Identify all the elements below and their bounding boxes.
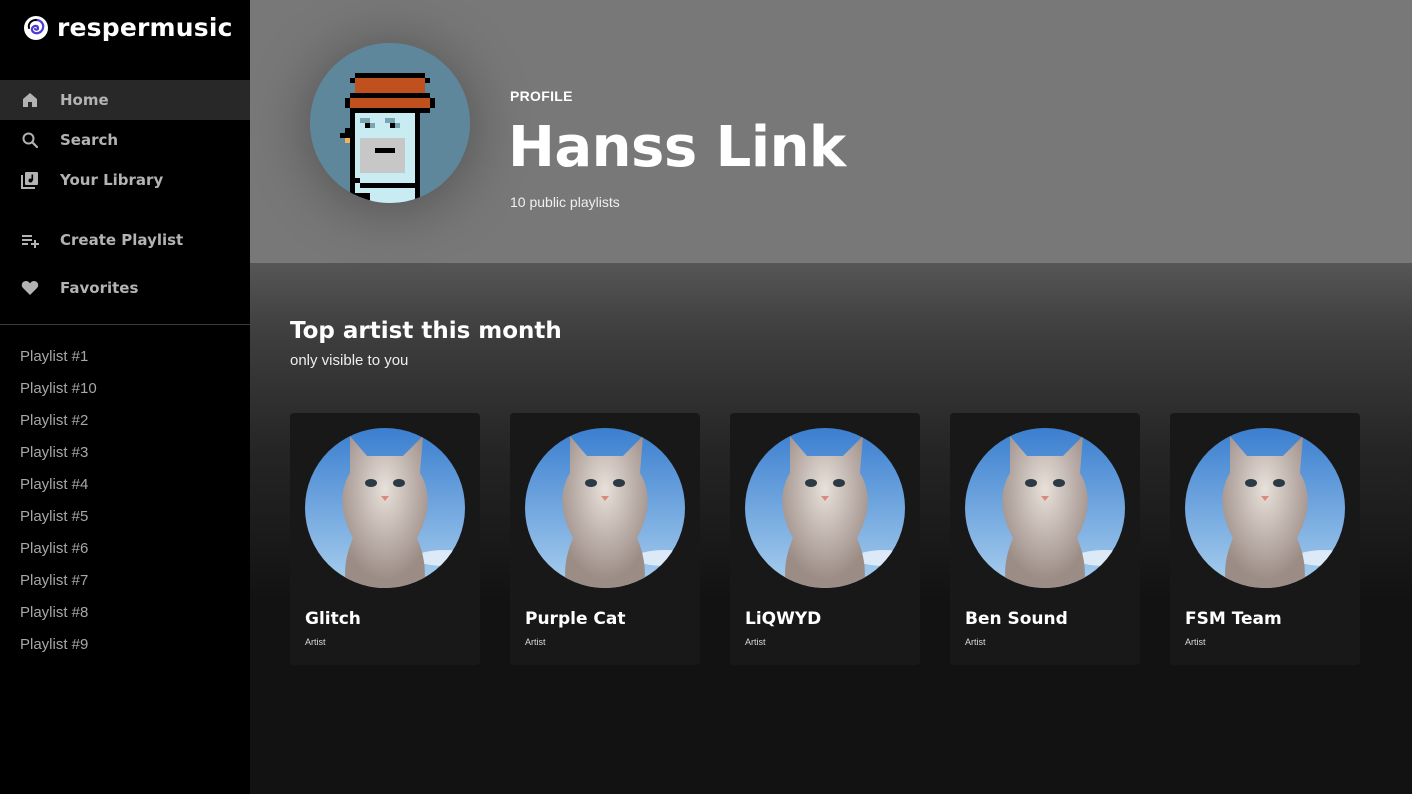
artist-image — [525, 428, 685, 588]
app-logo[interactable]: respermusic — [23, 13, 233, 42]
nav-favorites-label: Favorites — [60, 279, 139, 297]
artist-image — [305, 428, 465, 588]
heart-icon — [21, 281, 39, 295]
logo-text: respermusic — [57, 13, 233, 42]
library-icon — [21, 172, 38, 189]
main-content: PROFILE Hanss Link 10 public playlists T… — [250, 0, 1412, 794]
section-subtitle: only visible to you — [290, 352, 409, 369]
add-playlist-icon — [22, 235, 39, 248]
artist-name: Ben Sound — [965, 609, 1068, 629]
artist-card[interactable]: FSM Team Artist — [1170, 413, 1360, 665]
section-title: Top artist this month — [290, 318, 562, 344]
nav-home[interactable]: Home — [0, 80, 250, 120]
playlist-item[interactable]: Playlist #3 — [20, 440, 97, 472]
cat-photo-icon — [745, 428, 905, 588]
profile-playlist-count: 10 public playlists — [510, 194, 620, 210]
artist-name: Glitch — [305, 609, 361, 629]
profile-header: PROFILE Hanss Link 10 public playlists — [250, 0, 1412, 263]
cat-photo-icon — [525, 428, 685, 588]
artist-type: Artist — [525, 637, 546, 647]
search-icon — [22, 132, 39, 149]
sidebar: respermusic Home Search Your Library Cre… — [0, 0, 250, 794]
profile-avatar[interactable] — [310, 43, 470, 203]
swirl-logo-icon — [24, 15, 48, 40]
artist-name: Purple Cat — [525, 609, 626, 629]
artist-card[interactable]: Glitch Artist — [290, 413, 480, 665]
profile-name: Hanss Link — [508, 115, 846, 180]
artist-type: Artist — [745, 637, 766, 647]
artist-card[interactable]: Ben Sound Artist — [950, 413, 1140, 665]
playlist-item[interactable]: Playlist #6 — [20, 536, 97, 568]
artist-card[interactable]: LiQWYD Artist — [730, 413, 920, 665]
playlist-item[interactable]: Playlist #9 — [20, 632, 97, 664]
cat-photo-icon — [965, 428, 1125, 588]
playlist-item[interactable]: Playlist #5 — [20, 504, 97, 536]
playlist-list: Playlist #1 Playlist #10 Playlist #2 Pla… — [20, 344, 97, 664]
playlist-item[interactable]: Playlist #7 — [20, 568, 97, 600]
nav-home-label: Home — [60, 91, 109, 109]
sidebar-divider — [0, 324, 250, 325]
playlist-item[interactable]: Playlist #10 — [20, 376, 97, 408]
home-icon — [23, 93, 37, 107]
nav-search-label: Search — [60, 131, 119, 149]
nav-create-playlist[interactable]: Create Playlist — [0, 220, 250, 260]
nav-library-label: Your Library — [60, 171, 164, 189]
nav-search[interactable]: Search — [0, 120, 250, 160]
artist-image — [1185, 428, 1345, 588]
playlist-item[interactable]: Playlist #1 — [20, 344, 97, 376]
nav-create-playlist-label: Create Playlist — [60, 231, 184, 249]
artist-name: LiQWYD — [745, 609, 822, 629]
nav-library[interactable]: Your Library — [0, 160, 250, 200]
nav-favorites[interactable]: Favorites — [0, 268, 250, 308]
artist-image — [965, 428, 1125, 588]
playlist-item[interactable]: Playlist #4 — [20, 472, 97, 504]
profile-kicker: PROFILE — [510, 88, 573, 104]
artist-image — [745, 428, 905, 588]
playlist-item[interactable]: Playlist #2 — [20, 408, 97, 440]
artist-card[interactable]: Purple Cat Artist — [510, 413, 700, 665]
cat-photo-icon — [1185, 428, 1345, 588]
artist-type: Artist — [965, 637, 986, 647]
cat-photo-icon — [305, 428, 465, 588]
pixel-art-avatar — [310, 43, 470, 203]
playlist-item[interactable]: Playlist #8 — [20, 600, 97, 632]
artist-type: Artist — [305, 637, 326, 647]
artist-name: FSM Team — [1185, 609, 1282, 629]
artist-type: Artist — [1185, 637, 1206, 647]
